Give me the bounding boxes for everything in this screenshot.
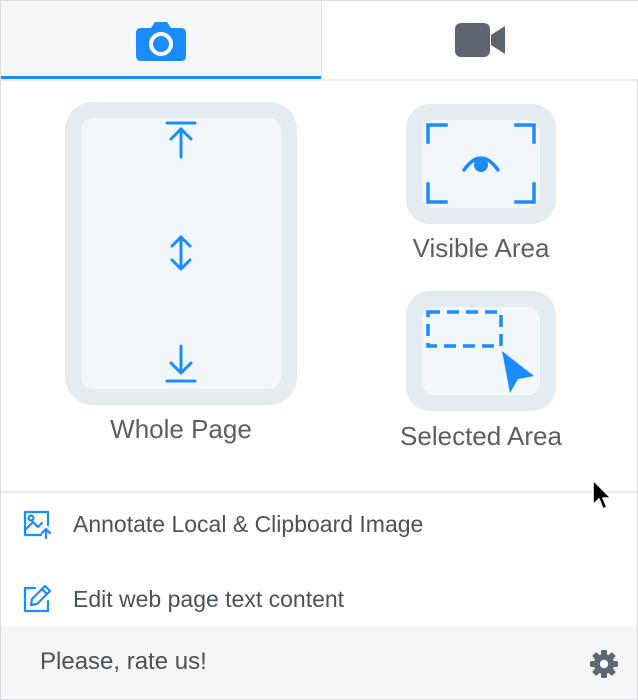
edit-icon (23, 584, 52, 613)
divider (1, 79, 637, 81)
mouse-cursor-icon (592, 479, 612, 510)
mode-tabs (1, 1, 638, 79)
selected-area-icon (426, 310, 534, 393)
whole-page-label: Whole Page (110, 414, 252, 444)
video-camera-icon (455, 23, 505, 57)
annotate-image-label: Annotate Local & Clipboard Image (73, 510, 424, 537)
edit-text-item[interactable]: Edit web page text content (1, 569, 637, 629)
popup-panel: Whole Page Visible Area Selected Area An… (0, 0, 638, 700)
whole-page-button[interactable] (65, 102, 297, 405)
divider (1, 491, 637, 493)
selected-area-label: Selected Area (400, 421, 562, 451)
tab-video[interactable] (321, 1, 638, 79)
visible-area-label: Visible Area (412, 233, 550, 263)
whole-page-icon (165, 121, 197, 383)
tab-screenshot[interactable] (1, 1, 321, 79)
gear-icon[interactable] (589, 649, 619, 679)
image-upload-icon (23, 510, 52, 540)
selected-area-button[interactable] (406, 291, 556, 411)
edit-text-label: Edit web page text content (73, 585, 345, 612)
camera-icon (136, 22, 186, 61)
visible-area-icon (426, 123, 536, 204)
footer: Please, rate us! (1, 626, 637, 699)
rate-us-link[interactable]: Please, rate us! (40, 648, 207, 676)
visible-area-button[interactable] (406, 104, 556, 224)
annotate-image-item[interactable]: Annotate Local & Clipboard Image (1, 494, 637, 554)
